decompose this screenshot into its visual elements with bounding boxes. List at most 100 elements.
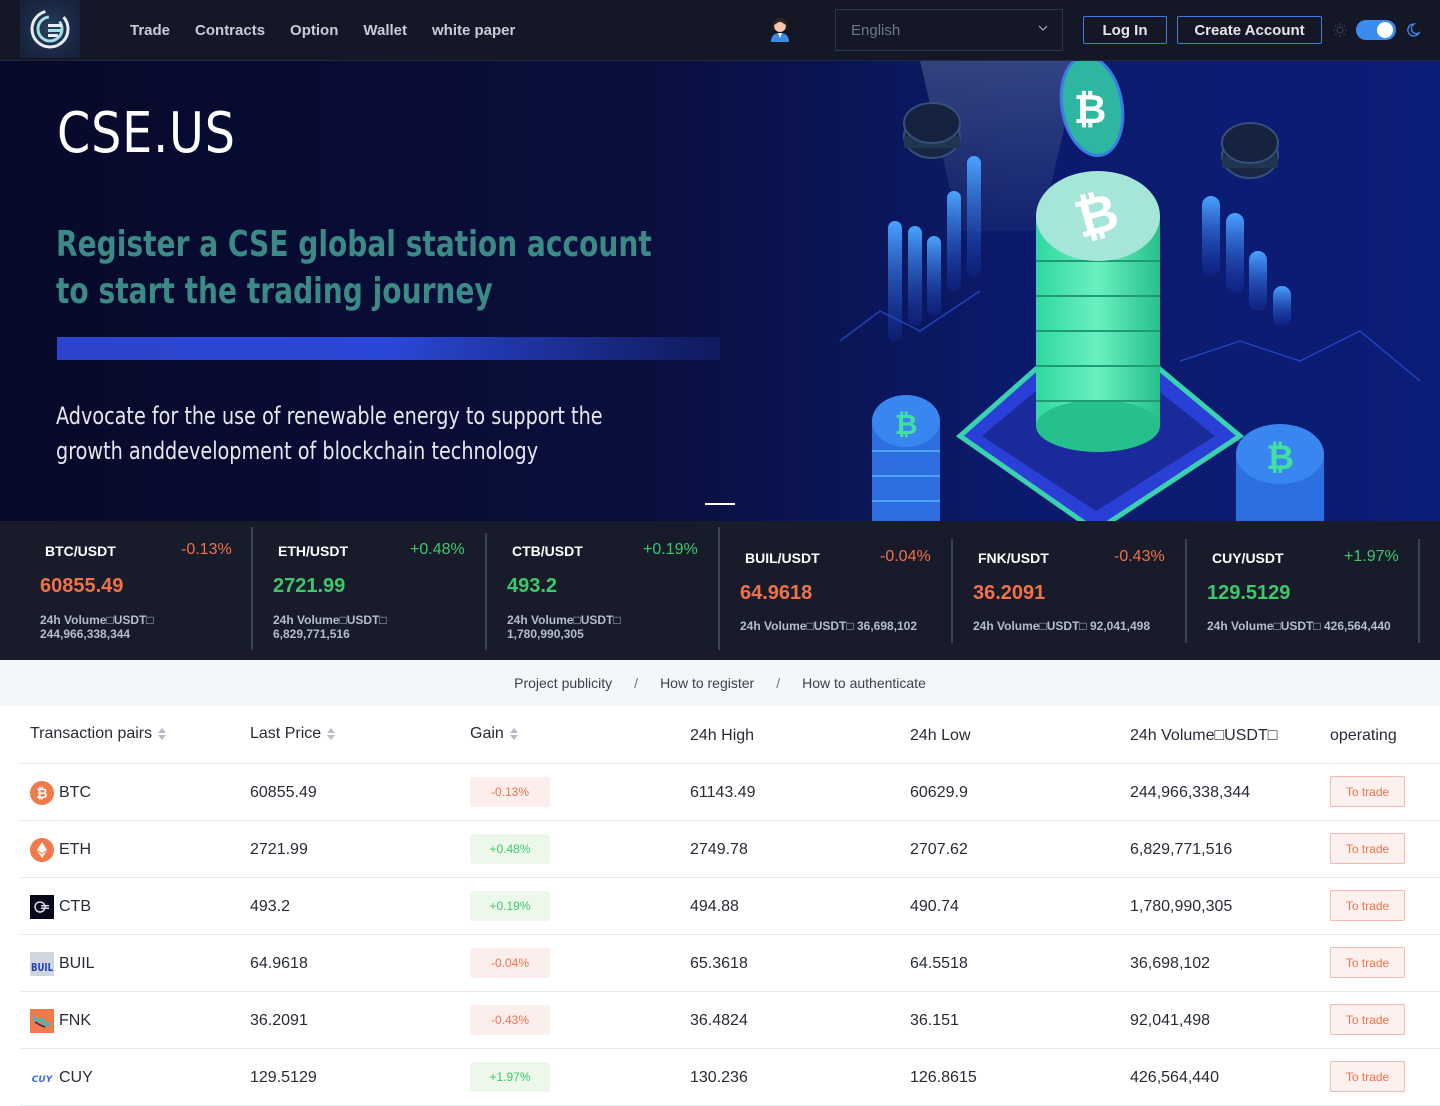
coin-name: BTC xyxy=(59,784,91,801)
table-row[interactable]: ETH 2721.99 +0.48% 2749.78 2707.62 6,829… xyxy=(20,821,1440,878)
nav-white-paper[interactable]: white paper xyxy=(432,22,515,39)
table-row[interactable]: CTB 493.2 +0.19% 494.88 490.74 1,780,990… xyxy=(20,878,1440,935)
ticker-volume-value: 6,829,771,516 xyxy=(273,627,350,641)
to-trade-button[interactable]: To trade xyxy=(1330,947,1405,978)
nav-trade[interactable]: Trade xyxy=(130,22,170,39)
language-select[interactable]: English xyxy=(835,9,1063,51)
bar-columns-left xyxy=(888,156,981,341)
gain-badge: +0.48% xyxy=(470,834,550,864)
ticker-change: +0.48% xyxy=(410,541,465,558)
blue-coin-stack-left: ₿ xyxy=(872,395,940,521)
nav-wallet[interactable]: Wallet xyxy=(363,22,407,39)
ticker-price: 493.2 xyxy=(507,575,558,597)
header-24h-high: 24h High xyxy=(690,727,755,744)
moon-icon xyxy=(1407,23,1421,37)
hero-subtitle-line-1: Register a CSE global station account xyxy=(56,224,652,265)
ticker-card-btc[interactable]: BTC/USDT -0.13% 60855.49 24h Volume□USDT… xyxy=(0,521,253,660)
ticker-divider xyxy=(1418,539,1420,643)
link-project-publicity[interactable]: Project publicity xyxy=(514,675,612,691)
table-row[interactable]: BUIL BUIL 64.9618 -0.04% 65.3618 64.5518… xyxy=(20,935,1440,992)
table-header: Transaction pairs Last Price Gain 24h Hi… xyxy=(20,706,1440,764)
ticker-volume-value: 244,966,338,344 xyxy=(40,627,131,641)
ticker-card-ctb[interactable]: CTB/USDT +0.19% 493.2 24h Volume□USDT□ 1… xyxy=(487,521,720,660)
link-how-to-register[interactable]: How to register xyxy=(660,675,754,691)
svg-text:₿: ₿ xyxy=(36,786,47,802)
ctb-coin-icon xyxy=(30,895,54,919)
carousel-indicator[interactable] xyxy=(705,503,735,505)
sort-icon[interactable] xyxy=(158,728,167,740)
sort-icon[interactable] xyxy=(327,728,336,740)
ticker-volume-value: 426,564,440 xyxy=(1323,619,1391,633)
separator: / xyxy=(634,675,639,691)
ticker-volume-label: 24h Volume□USDT□ xyxy=(273,613,387,627)
customer-service-icon[interactable] xyxy=(768,16,792,42)
ticker-volume-label: 24h Volume□USDT□ xyxy=(40,613,154,627)
svg-text:BUIL: BUIL xyxy=(31,961,53,974)
theme-toggle[interactable] xyxy=(1356,20,1396,40)
ticker-change: +1.97% xyxy=(1344,548,1399,565)
ticker-card-fnk[interactable]: FNK/USDT -0.43% 36.2091 24h Volume□USDT□… xyxy=(953,521,1187,660)
main-nav: Trade Contracts Option Wallet white pape… xyxy=(130,0,515,60)
ticker-volume: 24h Volume□USDT□ 1,780,990,305 xyxy=(507,613,621,641)
ticker-price: 36.2091 xyxy=(973,582,1046,604)
volume-24h: 36,698,102 xyxy=(1130,955,1211,972)
header-24h-volume: 24h Volume□USDT□ xyxy=(1130,727,1278,744)
ticker-volume: 24h Volume□USDT□ 6,829,771,516 xyxy=(273,613,387,641)
ticker-change: -0.04% xyxy=(880,548,931,565)
header-label: Last Price xyxy=(250,725,322,742)
ticker-volume-label: 24h Volume□USDT□ xyxy=(1207,619,1321,633)
table-row[interactable]: CUY CUY 129.5129 +1.97% 130.236 126.8615… xyxy=(20,1049,1440,1106)
separator: / xyxy=(776,675,781,691)
svg-text:₿: ₿ xyxy=(1266,438,1294,478)
high-24h: 36.4824 xyxy=(690,1012,748,1029)
last-price: 36.2091 xyxy=(250,1012,308,1029)
ticker-change: -0.43% xyxy=(1114,548,1165,565)
ticker-volume-value: 1,780,990,305 xyxy=(507,627,584,641)
ticker-volume-label: 24h Volume□USDT□ xyxy=(973,619,1087,633)
coin-name: FNK xyxy=(59,1012,91,1029)
hero-banner[interactable]: CSE.US Register a CSE global station acc… xyxy=(0,61,1440,521)
ticker-volume: 24h Volume□USDT□ 426,564,440 xyxy=(1207,619,1391,633)
link-how-to-authenticate[interactable]: How to authenticate xyxy=(802,675,926,691)
table-row[interactable]: ₿ BTC 60855.49 -0.13% 61143.49 60629.9 2… xyxy=(20,764,1440,821)
to-trade-button[interactable]: To trade xyxy=(1330,833,1405,864)
header-transaction-pairs[interactable]: Transaction pairs xyxy=(30,725,167,743)
svg-text:CUY: CUY xyxy=(32,1075,54,1085)
to-trade-button[interactable]: To trade xyxy=(1330,1061,1405,1092)
to-trade-button[interactable]: To trade xyxy=(1330,1004,1405,1035)
buil-coin-icon: BUIL xyxy=(30,952,54,976)
sort-icon[interactable] xyxy=(509,728,518,740)
volume-24h: 92,041,498 xyxy=(1130,1012,1211,1029)
ticker-pair: BTC/USDT xyxy=(45,543,116,559)
ticker-card-eth[interactable]: ETH/USDT +0.48% 2721.99 24h Volume□USDT□… xyxy=(253,521,487,660)
eth-coin-icon xyxy=(30,838,54,862)
sun-icon xyxy=(1333,23,1347,37)
btc-coin-icon: ₿ xyxy=(30,781,54,805)
last-price: 129.5129 xyxy=(250,1069,317,1086)
ticker-card-cuy[interactable]: CUY/USDT +1.97% 129.5129 24h Volume□USDT… xyxy=(1187,521,1420,660)
hero-subtitle: Register a CSE global station account to… xyxy=(56,221,742,315)
last-price: 60855.49 xyxy=(250,784,317,801)
ticker-volume: 24h Volume□USDT□ 244,966,338,344 xyxy=(40,613,154,641)
hero-description: Advocate for the use of renewable energy… xyxy=(56,399,616,469)
header-last-price[interactable]: Last Price xyxy=(250,725,336,743)
volume-24h: 244,966,338,344 xyxy=(1130,784,1251,801)
ticker-change: +0.19% xyxy=(643,541,698,558)
nav-option[interactable]: Option xyxy=(290,22,338,39)
ticker-price: 129.5129 xyxy=(1207,582,1291,604)
to-trade-button[interactable]: To trade xyxy=(1330,776,1405,807)
low-24h: 64.5518 xyxy=(910,955,968,972)
header-gain[interactable]: Gain xyxy=(470,725,518,743)
coin-name: ETH xyxy=(59,841,91,858)
login-button[interactable]: Log In xyxy=(1083,16,1167,44)
gain-badge: -0.04% xyxy=(470,948,550,978)
create-account-button[interactable]: Create Account xyxy=(1177,16,1322,44)
high-24h: 494.88 xyxy=(690,898,739,915)
table-row[interactable]: FNK 36.2091 -0.43% 36.4824 36.151 92,041… xyxy=(20,992,1440,1049)
gain-badge: -0.13% xyxy=(470,777,550,807)
header-24h-low: 24h Low xyxy=(910,727,971,744)
ticker-card-buil[interactable]: BUIL/USDT -0.04% 64.9618 24h Volume□USDT… xyxy=(720,521,953,660)
to-trade-button[interactable]: To trade xyxy=(1330,890,1405,921)
nav-contracts[interactable]: Contracts xyxy=(195,22,265,39)
site-logo[interactable] xyxy=(20,0,80,58)
